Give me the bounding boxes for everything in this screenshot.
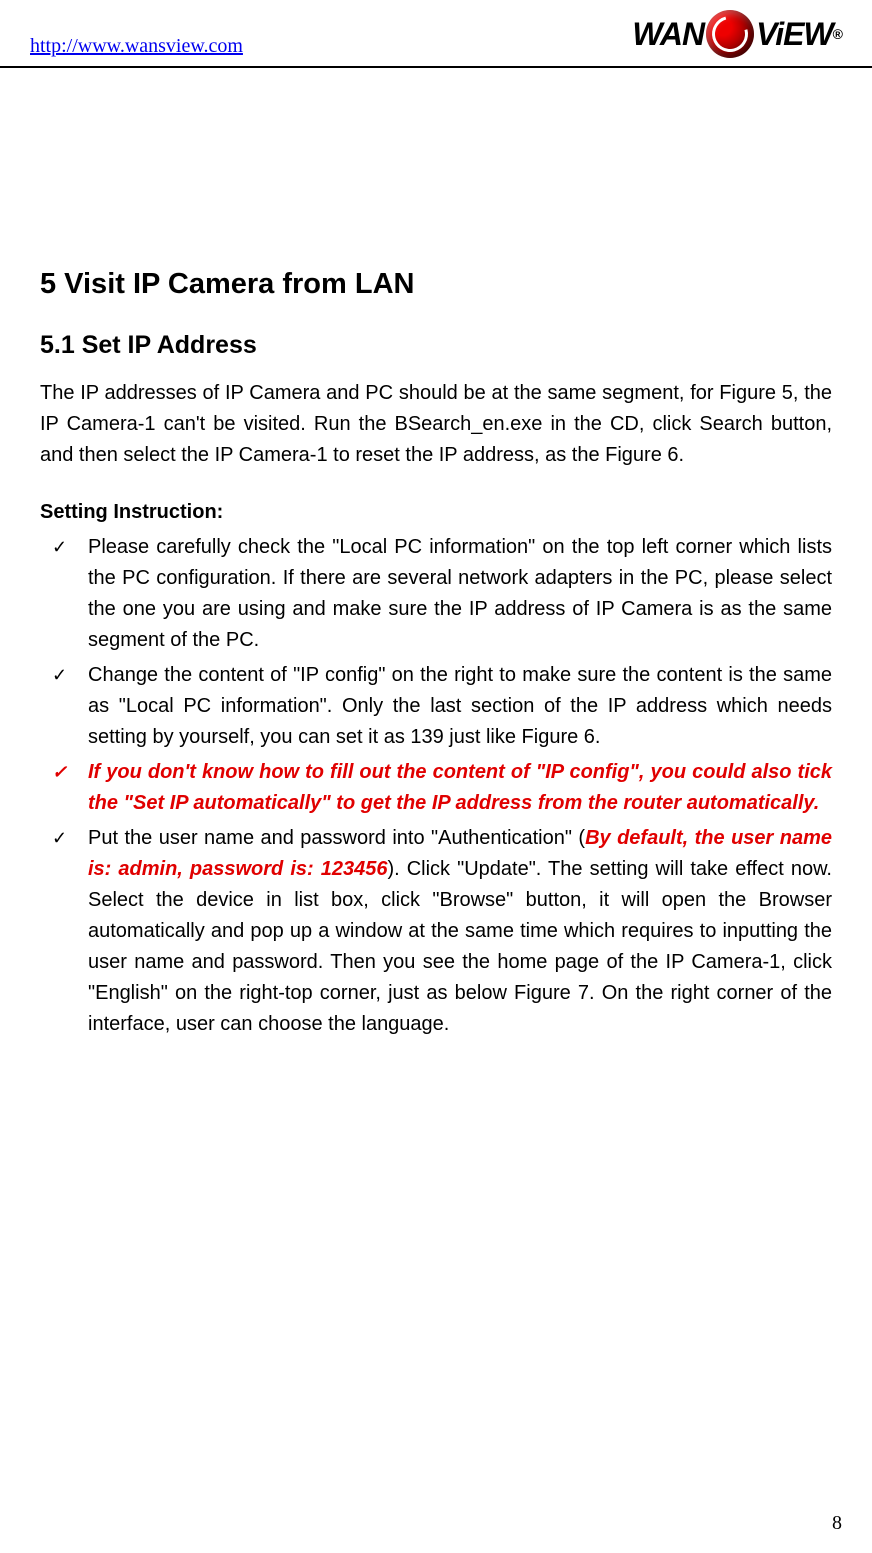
logo-text-wan: WAN [632, 16, 704, 53]
page-number: 8 [832, 1512, 842, 1535]
check-icon: ✓ [52, 662, 67, 690]
check-icon: ✓ [52, 534, 67, 562]
instruction-list: ✓ Please carefully check the "Local PC i… [40, 532, 832, 1040]
list-item: ✓ Put the user name and password into "A… [40, 823, 832, 1040]
setting-instruction-label: Setting Instruction: [40, 501, 832, 524]
logo-registered-mark: ® [833, 26, 842, 42]
list-item: ✓ If you don't know how to fill out the … [40, 757, 832, 819]
logo-text-view: ViEW [756, 16, 833, 53]
logo-swirl-icon [706, 10, 754, 58]
list-item-text-highlighted: If you don't know how to fill out the co… [88, 761, 832, 814]
check-icon: ✓ [52, 759, 67, 787]
list-item-text: Please carefully check the "Local PC inf… [88, 536, 832, 651]
wansview-logo: WAN ViEW ® [632, 10, 842, 58]
list-item: ✓ Please carefully check the "Local PC i… [40, 532, 832, 656]
intro-paragraph: The IP addresses of IP Camera and PC sho… [40, 378, 832, 471]
page-content: 5 Visit IP Camera from LAN 5.1 Set IP Ad… [0, 68, 872, 1040]
check-icon: ✓ [52, 825, 67, 853]
page-header: http://www.wansview.com WAN ViEW ® [0, 0, 872, 68]
list-item-text-post: ). Click "Update". The setting will take… [88, 858, 832, 1035]
list-item-text-pre: Put the user name and password into "Aut… [88, 827, 585, 849]
heading-2: 5.1 Set IP Address [40, 331, 832, 360]
header-url-link[interactable]: http://www.wansview.com [30, 35, 243, 58]
heading-1: 5 Visit IP Camera from LAN [40, 268, 832, 301]
list-item: ✓ Change the content of "IP config" on t… [40, 660, 832, 753]
list-item-text: Change the content of "IP config" on the… [88, 664, 832, 748]
